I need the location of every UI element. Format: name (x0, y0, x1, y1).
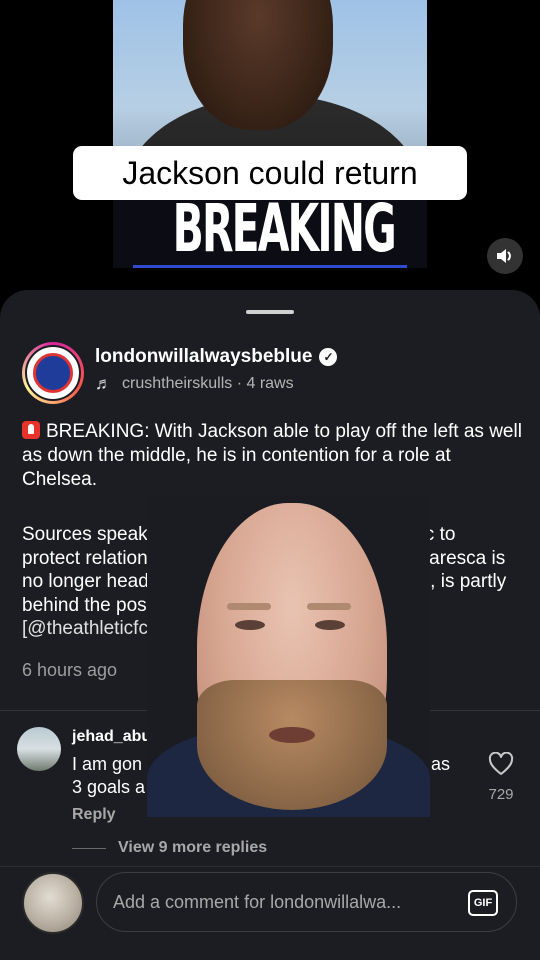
audio-label: crushtheirskulls · 4 raws (122, 375, 294, 392)
post-caption-text: BREAKING: With Jackson able to play off … (22, 421, 522, 490)
sheet-drag-handle[interactable] (246, 310, 294, 314)
mention-link[interactable]: [@theathleticfc] (22, 618, 153, 639)
commenter-avatar[interactable] (17, 727, 61, 771)
reply-button[interactable]: Reply (72, 806, 116, 824)
post-caption-paragraph-1: BREAKING: With Jackson able to play off … (22, 420, 522, 492)
facecam-mouth (269, 727, 315, 743)
post-author[interactable]: londonwillalwaysbeblue ✓ (95, 346, 338, 368)
video-player[interactable]: BREAKING Jackson could return (0, 0, 540, 300)
gif-button[interactable]: GIF (468, 890, 498, 916)
comment-input-placeholder: Add a comment for londonwillalwa... (113, 891, 402, 912)
video-frame: BREAKING (113, 0, 427, 268)
facecam-brow-right (307, 603, 351, 610)
facecam-beard (197, 680, 387, 810)
post-username[interactable]: londonwillalwaysbeblue (95, 346, 312, 368)
replies-indent-line (72, 848, 106, 849)
like-button[interactable] (488, 751, 514, 776)
facecam-brow-left (227, 603, 271, 610)
club-crest-logo (33, 353, 73, 393)
facecam-eye-right (315, 620, 345, 630)
siren-emoji-icon (22, 421, 40, 439)
breaking-banner-text: BREAKING (172, 190, 397, 267)
like-count: 729 (488, 786, 514, 803)
heart-icon (488, 751, 514, 775)
comment-text-line-2: 3 goals a (72, 777, 146, 797)
facecam-eye-left (235, 620, 265, 630)
avatar-inner (25, 345, 81, 401)
comment-input[interactable]: Add a comment for londonwillalwa... GIF (96, 872, 517, 932)
sound-toggle-button[interactable] (487, 238, 523, 274)
post-author-avatar[interactable] (22, 342, 84, 404)
comment-text-line-1-end: as (431, 754, 451, 774)
current-user-avatar[interactable] (22, 872, 84, 934)
audio-attribution[interactable]: ♬ crushtheirskulls · 4 raws (95, 374, 294, 394)
video-caption: Jackson could return (73, 146, 467, 200)
music-note-icon: ♬ (95, 374, 112, 393)
facecam-overlay (147, 495, 430, 817)
composer-divider (0, 866, 540, 867)
verified-check-icon: ✓ (319, 348, 338, 366)
speaker-icon (497, 249, 511, 263)
post-timestamp: 6 hours ago (22, 660, 118, 680)
view-more-replies-button[interactable]: View 9 more replies (118, 839, 267, 857)
comment-text-line-1: I am gon (72, 754, 143, 774)
breaking-underline (133, 265, 407, 268)
